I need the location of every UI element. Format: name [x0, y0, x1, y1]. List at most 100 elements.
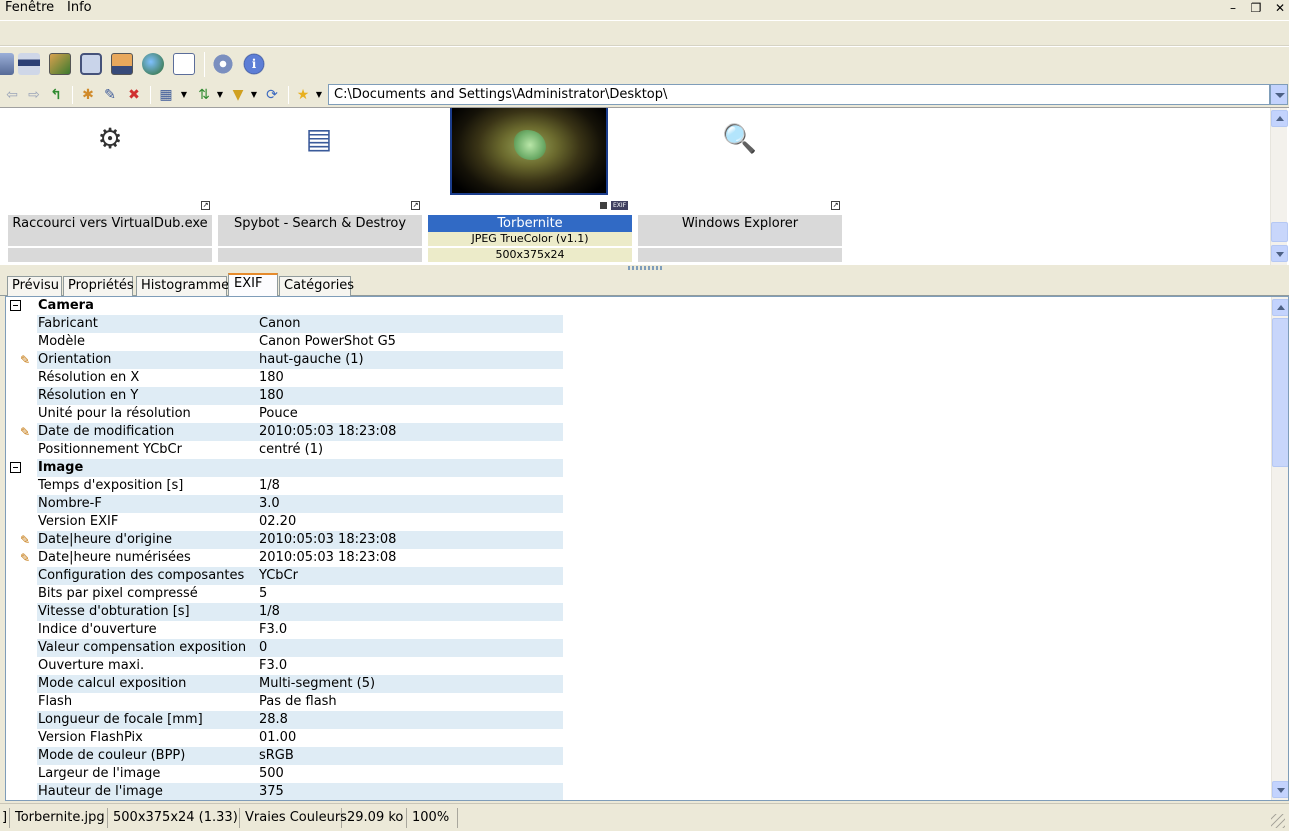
- tab-proprietes[interactable]: Propriétés: [63, 276, 134, 296]
- minimize-button[interactable]: –: [1222, 1, 1244, 17]
- chevron-down-icon[interactable]: ▼: [311, 87, 327, 103]
- thumbnail-scrollbar[interactable]: [1270, 108, 1288, 265]
- exif-row[interactable]: Positionnement YCbCr centré (1): [6, 441, 1272, 459]
- info-icon[interactable]: i: [243, 53, 265, 75]
- sort-icon[interactable]: ⇅: [196, 87, 212, 103]
- thumbnail-item-selected[interactable]: EXIF Torbernite JPEG TrueColor (v1.1) 50…: [428, 108, 632, 264]
- scroll-up-button[interactable]: [1272, 299, 1288, 316]
- slideshow-icon[interactable]: [49, 53, 71, 75]
- exif-row[interactable]: Ouverture maxi. F3.0: [6, 657, 1272, 675]
- refresh-icon[interactable]: ⟳: [264, 87, 280, 103]
- exif-row[interactable]: ✎ Date|heure d'origine 2010:05:03 18:23:08: [6, 531, 1272, 549]
- batch-icon[interactable]: [173, 53, 195, 75]
- thumbnail-item[interactable]: 🔍 ↗ Windows Explorer: [638, 108, 842, 264]
- panel-splitter[interactable]: [0, 265, 1289, 272]
- address-dropdown-button[interactable]: [1270, 84, 1288, 105]
- view-mode-icon[interactable]: ▦: [158, 87, 174, 103]
- exif-row[interactable]: Résolution en Y 180: [6, 387, 1272, 405]
- address-input[interactable]: C:\Documents and Settings\Administrator\…: [328, 84, 1270, 105]
- edit-pencil-icon[interactable]: ✎: [20, 425, 35, 439]
- collapse-toggle-icon[interactable]: [10, 300, 21, 311]
- delete-icon[interactable]: ✖: [126, 87, 142, 103]
- exif-row[interactable]: Hauteur de l'image 375: [6, 783, 1272, 800]
- new-folder-icon[interactable]: ✱: [80, 87, 96, 103]
- exif-field-value: 02.20: [259, 514, 297, 529]
- up-icon[interactable]: ↰: [48, 87, 64, 103]
- exif-row[interactable]: Temps d'exposition [s] 1/8: [6, 477, 1272, 495]
- edit-pencil-icon[interactable]: ✎: [20, 551, 35, 565]
- exif-row[interactable]: Bits par pixel compressé 5: [6, 585, 1272, 603]
- exif-row[interactable]: Valeur compensation exposition 0: [6, 639, 1272, 657]
- exif-row[interactable]: Largeur de l'image 500: [6, 765, 1272, 783]
- exif-row[interactable]: Longueur de focale [mm] 28.8: [6, 711, 1272, 729]
- toolbar-separator: [288, 86, 289, 104]
- exif-row[interactable]: ✎ Date de modification 2010:05:03 18:23:08: [6, 423, 1272, 441]
- exif-field-value: 500: [259, 766, 284, 781]
- filter-icon[interactable]: ▼: [230, 87, 246, 103]
- chevron-down-icon[interactable]: ▼: [176, 87, 192, 103]
- thumbnail-item[interactable]: ▤ ↗ Spybot - Search & Destroy: [218, 108, 422, 264]
- scroll-down-button[interactable]: [1271, 245, 1288, 262]
- exif-row[interactable]: Nombre-F 3.0: [6, 495, 1272, 513]
- exif-field-name: Bits par pixel compressé: [38, 586, 198, 601]
- exif-row[interactable]: ✎ Orientation haut-gauche (1): [6, 351, 1272, 369]
- tab-histogramme[interactable]: Histogramme: [136, 276, 229, 296]
- tab-categories[interactable]: Catégories: [279, 276, 354, 296]
- exif-row[interactable]: Version FlashPix 01.00: [6, 729, 1272, 747]
- forward-icon[interactable]: ⇨: [26, 87, 42, 103]
- exif-field-name: Valeur compensation exposition: [37, 639, 258, 657]
- exif-row[interactable]: Mode calcul exposition Multi-segment (5): [6, 675, 1272, 693]
- thumbnail-browser: ⚙ ↗ Raccourci vers VirtualDub.exe ▤ ↗ Sp…: [0, 107, 1289, 265]
- menu-fenetre[interactable]: Fenêtre: [5, 0, 54, 18]
- exif-row[interactable]: Modèle Canon PowerShot G5: [6, 333, 1272, 351]
- exif-field-name: Largeur de l'image: [38, 766, 161, 781]
- thumbnail-name: Raccourci vers VirtualDub.exe: [8, 215, 212, 232]
- collapse-toggle-icon[interactable]: [10, 462, 21, 473]
- exif-row[interactable]: Version EXIF 02.20: [6, 513, 1272, 531]
- splitter-grip[interactable]: [628, 266, 662, 270]
- exif-category-row[interactable]: Camera: [6, 297, 1272, 315]
- exif-row[interactable]: Mode de couleur (BPP) sRGB: [6, 747, 1272, 765]
- exif-field-name: Version EXIF: [38, 514, 119, 529]
- desktop-icon[interactable]: [111, 53, 133, 75]
- exif-row[interactable]: Vitesse d'obturation [s] 1/8: [6, 603, 1272, 621]
- scanner-icon[interactable]: [18, 53, 40, 75]
- exif-scrollbar[interactable]: [1271, 297, 1288, 800]
- chevron-down-icon[interactable]: ▼: [212, 87, 228, 103]
- exif-field-value: Canon PowerShot G5: [259, 334, 396, 349]
- exif-row[interactable]: Configuration des composantes YCbCr: [6, 567, 1272, 585]
- exif-field-value: 2010:05:03 18:23:08: [258, 531, 563, 549]
- exif-row[interactable]: Unité pour la résolution Pouce: [6, 405, 1272, 423]
- navigation-toolbar: ⇦ ⇨ ↰ ✱ ✎ ✖ ▦ ▼ ⇅ ▼ ▼ ▼ ⟳ ★ ▼ C:\Documen…: [0, 83, 1289, 107]
- menu-info[interactable]: Info: [67, 0, 92, 18]
- scroll-thumb[interactable]: [1272, 318, 1288, 467]
- scroll-thumb[interactable]: [1271, 222, 1288, 242]
- camera-icon[interactable]: [80, 53, 102, 75]
- tab-exif[interactable]: EXIF: [228, 273, 278, 296]
- chevron-down-icon[interactable]: ▼: [246, 87, 262, 103]
- exif-row[interactable]: Indice d'ouverture F3.0: [6, 621, 1272, 639]
- exif-row[interactable]: Flash Pas de flash: [6, 693, 1272, 711]
- restore-button[interactable]: ❐: [1245, 1, 1267, 17]
- scroll-down-button[interactable]: [1272, 781, 1288, 798]
- exif-row[interactable]: Résolution en X 180: [6, 369, 1272, 387]
- thumbnail-info-line: [218, 248, 422, 262]
- exif-field-value: Pouce: [259, 406, 298, 421]
- print-icon[interactable]: [0, 53, 14, 75]
- resize-grip[interactable]: [1271, 814, 1285, 828]
- web-icon[interactable]: [142, 53, 164, 75]
- exif-row[interactable]: Fabricant Canon: [6, 315, 1272, 333]
- settings-icon[interactable]: [212, 53, 234, 75]
- exif-row[interactable]: ✎ Date|heure numérisées 2010:05:03 18:23:0…: [6, 549, 1272, 567]
- tab-previsu[interactable]: Prévisu: [7, 276, 62, 296]
- back-icon[interactable]: ⇦: [4, 87, 20, 103]
- exif-category-row[interactable]: Image: [6, 459, 1272, 477]
- edit-pencil-icon[interactable]: ✎: [20, 533, 35, 547]
- close-button[interactable]: ✕: [1269, 1, 1289, 17]
- exif-category-label: Image: [37, 459, 258, 477]
- edit-pencil-icon[interactable]: ✎: [20, 353, 35, 367]
- favorites-icon[interactable]: ★: [295, 87, 311, 103]
- rename-icon[interactable]: ✎: [102, 87, 118, 103]
- scroll-up-button[interactable]: [1271, 110, 1288, 127]
- thumbnail-item[interactable]: ⚙ ↗ Raccourci vers VirtualDub.exe: [8, 108, 212, 264]
